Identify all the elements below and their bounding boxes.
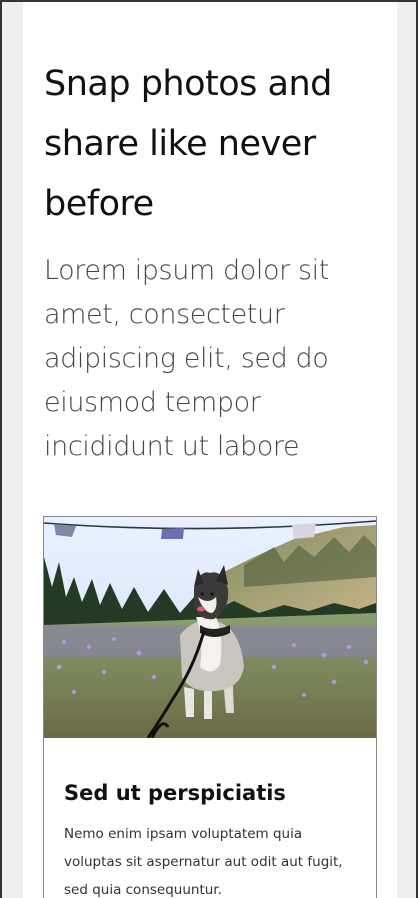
hero-description: Lorem ipsum dolor sit amet, consectetur …: [44, 255, 329, 462]
card-title: Sed ut perspiciatis: [64, 781, 286, 805]
hero-title: Snap photos and share like never before: [44, 64, 332, 224]
card-image: [44, 517, 376, 738]
card-body: Sed ut perspiciatis Nemo enim ipsam volu…: [44, 738, 376, 898]
page-container: Snap photos and share like never before …: [23, 2, 397, 898]
browser-viewport: Snap photos and share like never before …: [0, 0, 418, 898]
card-description: Nemo enim ipsam voluptatem quia voluptas…: [64, 826, 343, 898]
hero-section: Snap photos and share like never before …: [23, 2, 397, 469]
feature-card: Sed ut perspiciatis Nemo enim ipsam volu…: [43, 516, 377, 898]
